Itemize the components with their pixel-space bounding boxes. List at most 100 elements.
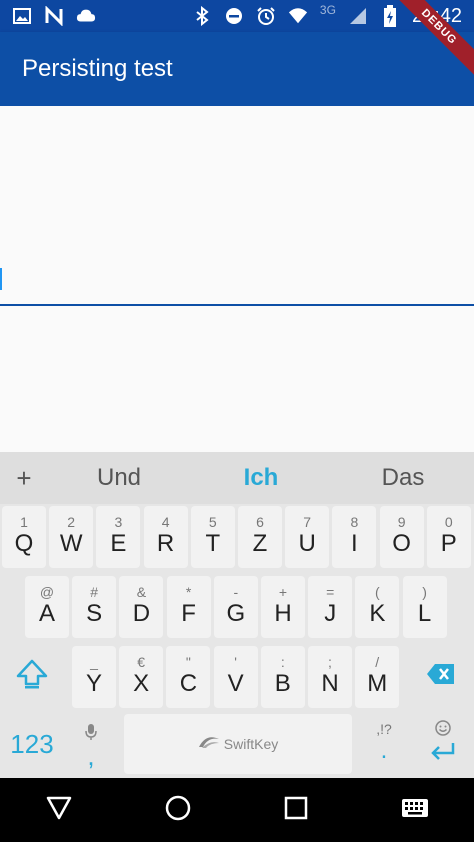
key-m[interactable]: / M [355, 646, 400, 708]
key-r[interactable]: 4R [143, 506, 188, 568]
key-sub-label: # [90, 584, 99, 600]
key-main-label: S [86, 600, 103, 627]
key-v[interactable]: ' V [213, 646, 258, 708]
key-main-label: A [38, 600, 55, 627]
key-sub-label: ( [375, 584, 380, 600]
key-a[interactable]: @ A [25, 576, 69, 638]
suggestion-right[interactable]: Das [332, 464, 474, 492]
key-sub-label: 4 [161, 514, 170, 530]
key-main-label: C [179, 670, 198, 697]
key-o[interactable]: 9O [379, 506, 424, 568]
key-g[interactable]: -G [213, 576, 258, 638]
recents-button[interactable] [266, 785, 326, 835]
wifi-icon [288, 6, 308, 26]
key-sub-label: _ [90, 654, 98, 670]
key-main-label: B [274, 670, 291, 697]
key-main-label: Y [85, 670, 102, 697]
space-bar[interactable]: SwiftKey [124, 714, 352, 774]
comma-key-label: , [87, 740, 95, 771]
shift-icon [15, 658, 49, 695]
app-bar: Persisting test [0, 32, 474, 106]
key-main-label: P [440, 530, 457, 557]
cloud-icon [76, 6, 96, 26]
key-sub-label: ) [422, 584, 427, 600]
recents-square-icon [283, 795, 309, 826]
key-main-label: G [226, 600, 246, 627]
key-f[interactable]: * F [166, 576, 211, 638]
key-main-label: O [392, 530, 411, 557]
image-icon [12, 6, 32, 26]
shift-key[interactable] [4, 646, 60, 706]
key-main-label: K [369, 600, 386, 627]
key-sub-label: - [233, 584, 239, 600]
key-sub-label: = [326, 584, 335, 600]
key-sub-label: 1 [20, 514, 28, 530]
do-not-disturb-icon [224, 6, 244, 26]
suggestion-left[interactable]: Und [48, 464, 190, 492]
key-l[interactable]: ) L [402, 576, 447, 638]
page-title: Persisting test [22, 55, 173, 82]
key-sub-label: + [278, 584, 288, 600]
key-sub-label: 6 [256, 514, 264, 530]
key-y[interactable]: _ Y [72, 646, 116, 708]
key-n[interactable]: ; N [308, 646, 352, 708]
home-button[interactable] [148, 785, 208, 835]
key-q[interactable]: 1Q [2, 506, 46, 568]
key-s[interactable]: # S [72, 576, 117, 638]
key-sub-label: 7 [303, 514, 312, 530]
bluetooth-icon [192, 6, 212, 26]
keyboard-switch-button[interactable] [385, 785, 445, 835]
key-t[interactable]: 5T [190, 506, 235, 568]
key-j[interactable]: = J [308, 576, 353, 638]
key-u[interactable]: 7U [285, 506, 330, 568]
key-d[interactable]: & D [119, 576, 164, 638]
key-main-label: E [110, 530, 127, 557]
suggestion-bar: + Und Ich Das [0, 452, 474, 504]
key-main-label: L [417, 600, 432, 627]
key-p[interactable]: 0P [426, 506, 471, 568]
key-sub-label: / [375, 654, 380, 670]
space-bar-label: SwiftKey [223, 736, 279, 752]
key-sub-label: 3 [114, 514, 123, 530]
key-sub-label: 0 [444, 514, 453, 530]
key-e[interactable]: 3E [96, 506, 141, 568]
comma-key[interactable]: , [64, 714, 118, 774]
key-h[interactable]: + H [261, 576, 305, 638]
key-z[interactable]: 6Z [238, 506, 282, 568]
alarm-icon [256, 6, 276, 26]
key-sub-label: ' [234, 654, 237, 670]
key-sub-label: ; [328, 654, 332, 670]
key-main-label: R [156, 530, 175, 557]
numbers-key[interactable]: 123 [2, 714, 62, 774]
text-cursor [0, 268, 2, 290]
key-main-label: U [298, 530, 316, 557]
key-c[interactable]: " C [166, 646, 211, 708]
suggestion-center[interactable]: Ich [190, 464, 332, 492]
key-main-label: Q [14, 530, 34, 557]
period-key-sub: ,!? [376, 721, 392, 737]
key-sub-label: " [185, 654, 191, 670]
battery-charging-icon [380, 5, 400, 27]
key-b[interactable]: :B [260, 646, 305, 708]
key-sub-label: * [185, 584, 192, 600]
key-sub-label: 2 [67, 514, 76, 530]
numbers-key-label: 123 [10, 729, 54, 759]
key-main-label: D [132, 600, 151, 627]
key-x[interactable]: € X [119, 646, 164, 708]
enter-key[interactable] [414, 714, 472, 774]
key-main-label: F [181, 600, 196, 627]
period-key[interactable]: ,!? . [356, 714, 412, 774]
key-i[interactable]: 8I [332, 506, 377, 568]
key-main-label: X [133, 670, 150, 697]
key-w[interactable]: 2W [49, 506, 94, 568]
swiftkey-logo-icon [198, 735, 220, 754]
soft-keyboard: + Und Ich Das 1 Q 2 W 3 E 4 R 5 T 6 Z 7 U 8 I 9 O 0 P @ A # S & D… [0, 452, 474, 778]
key-main-label: M [367, 670, 388, 697]
back-button[interactable] [29, 785, 89, 835]
text-input[interactable] [0, 256, 474, 306]
suggestion-expand-button[interactable]: + [0, 463, 48, 494]
enter-icon [429, 741, 457, 768]
screen: 3G 21:42 Persisting test D E B U G + Und Ich [0, 0, 474, 842]
backspace-key[interactable] [412, 646, 470, 706]
key-k[interactable]: (K [355, 576, 400, 638]
